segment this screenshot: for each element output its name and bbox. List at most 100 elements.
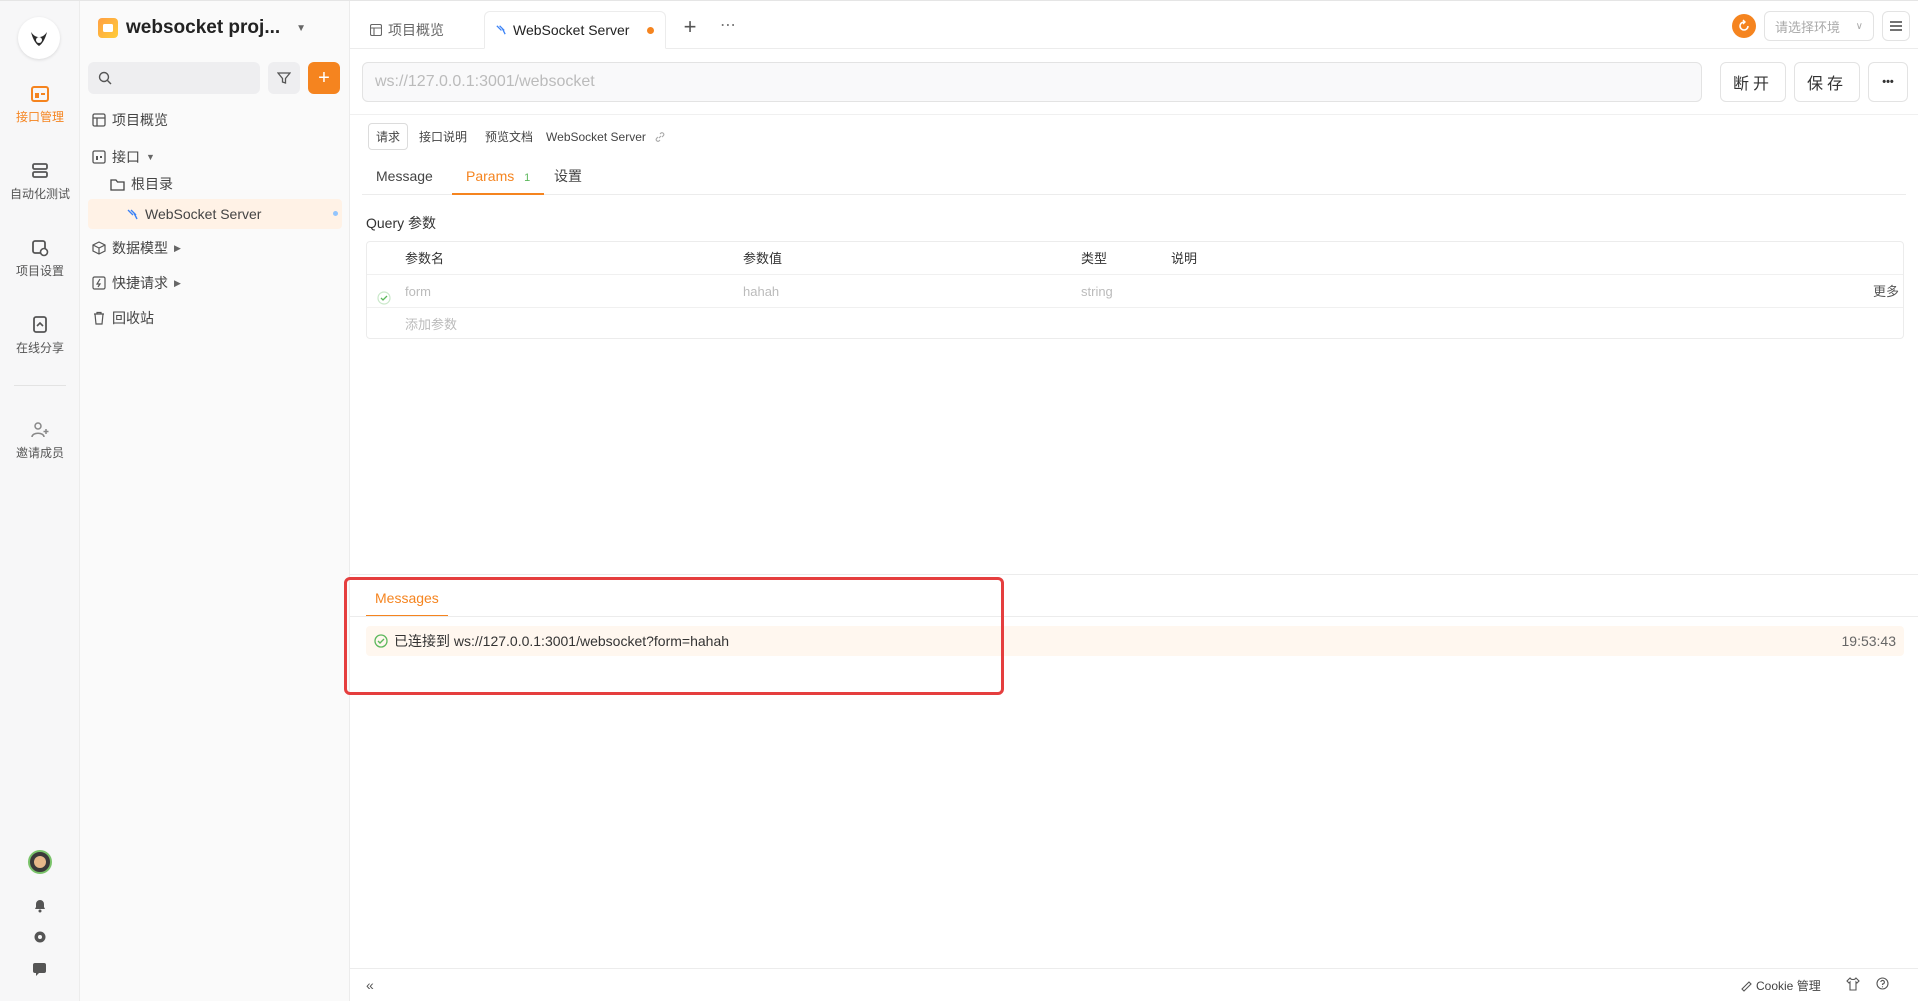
tab-label: Message — [376, 168, 433, 184]
add-button[interactable]: + — [308, 62, 340, 94]
column-header: 说明 — [1171, 251, 1198, 266]
double-chevron-left-icon: « — [366, 977, 374, 993]
hamburger-icon — [1890, 21, 1902, 31]
add-param-row[interactable]: 添加参数 — [367, 308, 1903, 341]
url-value: ws://127.0.0.1:3001/websocket — [375, 73, 595, 90]
rail-item-label: 自动化测试 — [9, 187, 70, 201]
url-input[interactable]: ws://127.0.0.1:3001/websocket — [362, 62, 1702, 102]
caret-down-icon: ▼ — [146, 152, 155, 162]
divider — [350, 616, 1918, 617]
search-input[interactable] — [88, 62, 260, 94]
column-header: 参数值 — [743, 251, 783, 266]
tab-label: Params — [466, 168, 515, 184]
save-button[interactable]: 保存 — [1794, 62, 1860, 102]
rail-item-project-settings[interactable]: 项目设置 — [0, 239, 80, 279]
sidebar-item-label: 根目录 — [131, 176, 173, 192]
notification-button[interactable] — [0, 897, 80, 913]
sidebar-item-label: 回收站 — [112, 310, 154, 326]
sidebar-item-quick-request[interactable]: 快捷请求 ▶ — [92, 268, 181, 298]
tab-messages[interactable]: Messages — [366, 585, 448, 617]
tab-more-button[interactable]: ⋯ — [720, 15, 736, 35]
tab-api-description[interactable]: 接口说明 — [412, 124, 474, 149]
menu-button[interactable] — [1882, 11, 1910, 41]
settings-button[interactable] — [0, 929, 80, 945]
app-logo[interactable] — [18, 17, 60, 59]
sidebar-item-websocket-server[interactable]: WebSocket Server — [126, 199, 346, 229]
status-bar: « Cookie 管理 — [350, 968, 1918, 1001]
invite-member-icon — [31, 422, 49, 438]
tab-settings[interactable]: 设置 — [540, 161, 596, 195]
rail-divider — [14, 385, 66, 386]
main-content: 项目概览 WebSocket Server + ⋯ 请选择环境 ∨ ws://1… — [344, 1, 1918, 1001]
rail-item-invite-member[interactable]: 邀请成员 — [0, 421, 80, 461]
tab-preview-doc[interactable]: 预览文档 — [478, 124, 540, 149]
sidebar-item-api[interactable]: 接口 ▼ — [92, 142, 155, 172]
sidebar-item-data-model[interactable]: 数据模型 ▶ — [92, 233, 181, 263]
message-text: 已连接到 ws://127.0.0.1:3001/websocket?form=… — [394, 633, 730, 649]
refresh-icon — [1739, 19, 1749, 31]
cube-icon — [92, 241, 106, 255]
automation-test-icon — [32, 163, 48, 178]
cookie-label: Cookie 管理 — [1756, 979, 1821, 993]
left-rail: 接口管理 自动化测试 项目设置 在线分享 邀请成员 — [0, 1, 80, 1001]
filter-button[interactable] — [268, 62, 300, 94]
rail-item-online-share[interactable]: 在线分享 — [0, 316, 80, 356]
query-params-title: Query 参数 — [366, 215, 437, 231]
tab-websocket-server[interactable]: WebSocket Server — [484, 11, 666, 49]
disconnect-label: 断开 — [1732, 76, 1773, 93]
message-entry[interactable]: 已连接到 ws://127.0.0.1:3001/websocket?form=… — [366, 626, 1904, 656]
rail-item-api-management[interactable]: 接口管理 — [0, 85, 80, 125]
new-tab-button[interactable]: + — [680, 14, 700, 39]
env-select[interactable]: 请选择环境 ∨ — [1764, 11, 1874, 41]
rail-item-label: 接口管理 — [15, 110, 64, 124]
enabled-checkbox[interactable] — [377, 284, 391, 305]
rail-item-label: 邀请成员 — [15, 446, 64, 460]
theme-button[interactable] — [1846, 977, 1860, 991]
panel-divider — [350, 574, 1918, 575]
api-icon — [92, 150, 106, 164]
more-actions-button[interactable]: ••• — [1868, 62, 1908, 102]
chevron-down-icon: ∨ — [1855, 20, 1863, 32]
caret-right-icon: ▶ — [174, 277, 181, 288]
disconnect-button[interactable]: 断开 — [1720, 62, 1786, 102]
logo-icon — [31, 32, 47, 46]
project-sidebar: websocket proj... ▼ + 项目概览 接口 ▼ 根目录 WebS… — [80, 1, 350, 1001]
tab-project-overview[interactable]: 项目概览 — [360, 11, 476, 49]
rail-item-automation-test[interactable]: 自动化测试 — [0, 162, 80, 202]
filter-icon — [277, 72, 291, 84]
table-header-row: 参数名 参数值 类型 说明 — [367, 242, 1903, 275]
tab-label: WebSocket Server — [513, 22, 630, 38]
project-switcher[interactable]: websocket proj... ▼ — [98, 17, 306, 39]
env-sync-button[interactable] — [1732, 14, 1756, 38]
user-avatar[interactable] — [0, 850, 80, 874]
tab-bar: 项目概览 WebSocket Server + ⋯ 请选择环境 ∨ — [350, 1, 1918, 49]
param-name-input[interactable]: form — [405, 275, 431, 308]
collapse-sidebar-button[interactable]: « — [366, 977, 374, 993]
help-button[interactable] — [1876, 977, 1889, 990]
project-settings-icon — [32, 240, 49, 257]
param-type-select[interactable]: string — [1081, 275, 1113, 308]
cookie-icon — [1741, 980, 1752, 992]
add-param-placeholder[interactable]: 添加参数 — [405, 308, 457, 341]
sidebar-item-root-folder[interactable]: 根目录 — [110, 169, 173, 199]
query-params-table: 参数名 参数值 类型 说明 form hahah string 更多 添加参数 — [366, 241, 1904, 339]
tab-label: 项目概览 — [388, 22, 444, 38]
sidebar-item-overview[interactable]: 项目概览 — [92, 105, 168, 135]
shirt-icon — [1846, 977, 1860, 991]
unsaved-dot — [647, 26, 655, 34]
sidebar-item-label: 数据模型 — [112, 240, 168, 256]
project-icon — [98, 18, 118, 38]
websocket-icon — [496, 25, 506, 35]
chevron-down-icon: ▼ — [296, 22, 307, 34]
tab-request[interactable]: 请求 — [368, 123, 409, 150]
tab-params[interactable]: Params 1 — [452, 161, 545, 195]
tab-label: Messages — [375, 590, 439, 606]
tab-message[interactable]: Message — [362, 161, 447, 195]
param-value-input[interactable]: hahah — [743, 275, 779, 308]
feedback-button[interactable] — [0, 961, 80, 977]
link-icon[interactable] — [654, 131, 666, 143]
tab-label: 设置 — [554, 168, 582, 184]
sidebar-item-trash[interactable]: 回收站 — [92, 303, 154, 333]
more-link[interactable]: 更多 — [1873, 275, 1899, 308]
cookie-manager-button[interactable]: Cookie 管理 — [1740, 977, 1821, 994]
